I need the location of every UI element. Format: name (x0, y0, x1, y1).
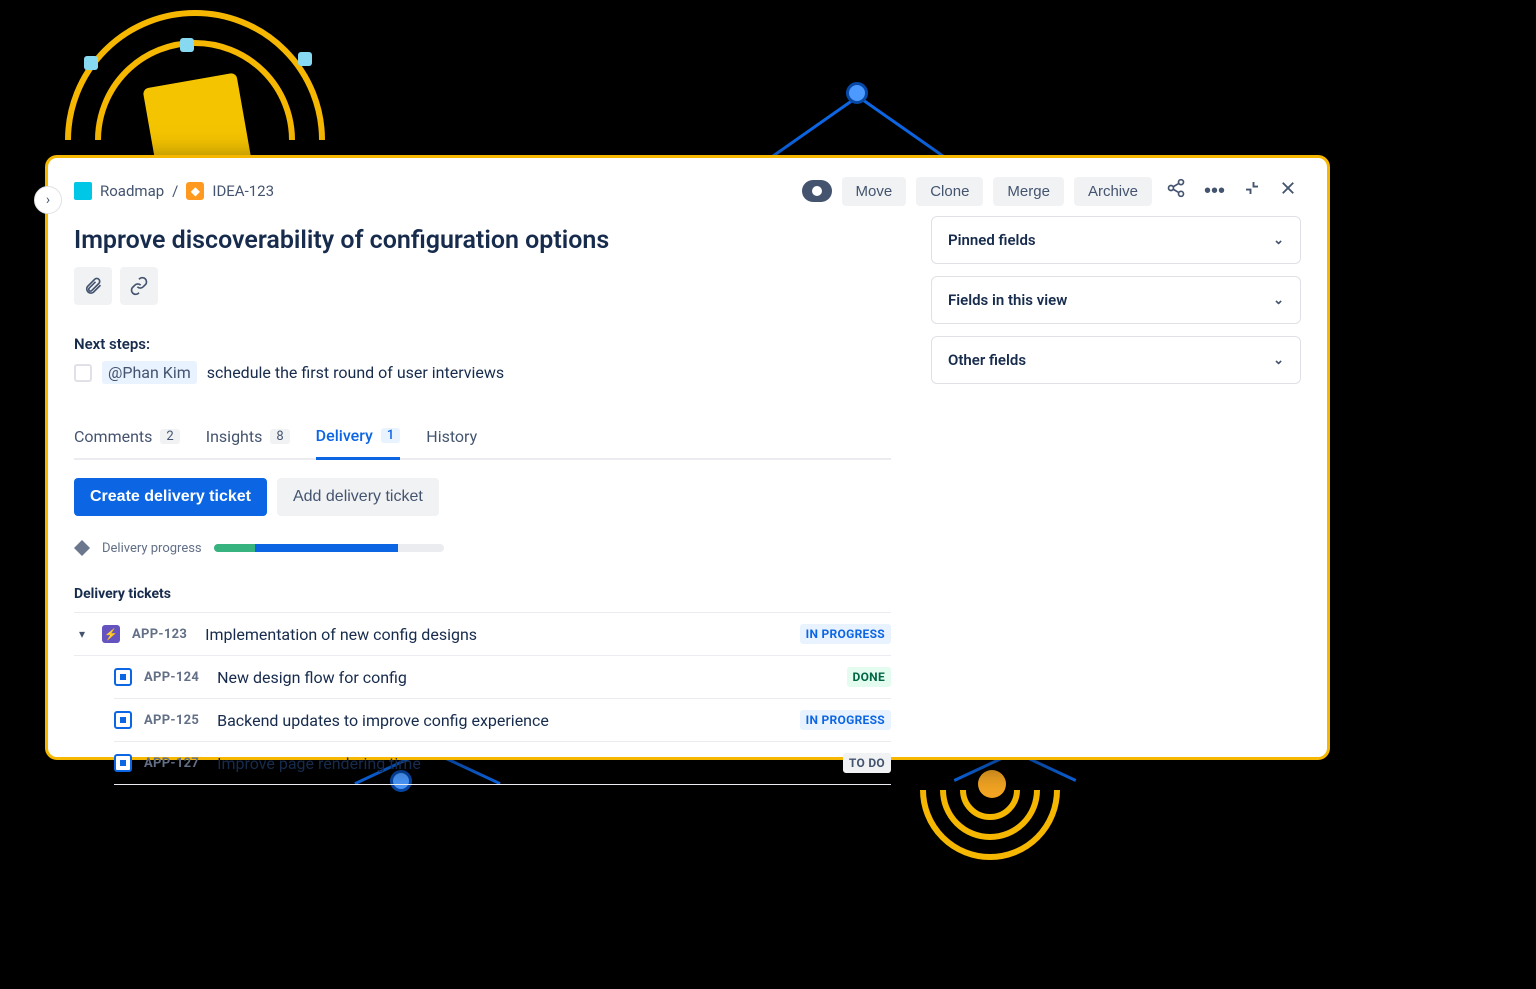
ticket-key: APP-125 (144, 713, 199, 728)
progress-bar (214, 544, 444, 552)
checkbox[interactable] (74, 364, 92, 382)
next-steps-label: Next steps: (74, 335, 891, 353)
decor-node (180, 38, 194, 52)
tab-history[interactable]: History (426, 418, 477, 458)
ticket-key: APP-124 (144, 670, 199, 685)
pinned-fields-panel[interactable]: Pinned fields ⌄ (931, 216, 1301, 264)
issue-dialog: › Roadmap / ◆ IDEA-123 Move Clone Merge … (45, 155, 1330, 760)
ticket-summary: Improve page rendering time (217, 754, 421, 773)
progress-icon (74, 540, 90, 556)
story-icon (114, 711, 132, 729)
tab-delivery[interactable]: Delivery 1 (316, 418, 401, 460)
user-mention[interactable]: @Phan Kim (102, 361, 197, 384)
breadcrumb-sep: / (172, 182, 178, 200)
ticket-status: DONE (847, 667, 892, 687)
tab-insights[interactable]: Insights 8 (206, 418, 290, 458)
panel-title: Fields in this view (948, 291, 1067, 309)
collapse-icon[interactable] (1239, 175, 1265, 207)
breadcrumb-issue[interactable]: IDEA-123 (212, 182, 274, 200)
chevron-down-icon: ⌄ (1273, 233, 1284, 248)
breadcrumb-root[interactable]: Roadmap (100, 182, 164, 200)
fields-in-view-panel[interactable]: Fields in this view ⌄ (931, 276, 1301, 324)
decor-line (857, 95, 949, 161)
chevron-down-icon: ⌄ (1273, 353, 1284, 368)
tab-label: History (426, 427, 477, 446)
breadcrumb: Roadmap / ◆ IDEA-123 (74, 182, 274, 200)
ticket-row[interactable]: APP-125 Backend updates to improve config… (114, 699, 891, 742)
tab-comments[interactable]: Comments 2 (74, 418, 180, 458)
share-icon[interactable] (1162, 174, 1190, 208)
tab-count: 2 (160, 429, 179, 444)
decor-node (298, 52, 312, 66)
epic-icon: ⚡ (102, 625, 120, 643)
tab-label: Insights (206, 427, 263, 446)
ticket-row[interactable]: APP-127 Improve page rendering time TO DO (114, 742, 891, 785)
panel-title: Other fields (948, 351, 1026, 369)
decor-line (767, 95, 859, 161)
tab-label: Comments (74, 427, 152, 446)
ticket-key: APP-127 (144, 756, 199, 771)
attach-button[interactable] (74, 267, 112, 305)
create-delivery-ticket-button[interactable]: Create delivery ticket (74, 478, 267, 516)
progress-label: Delivery progress (102, 541, 202, 556)
tab-count: 8 (270, 429, 289, 444)
idea-type-icon: ◆ (186, 182, 204, 200)
more-icon[interactable]: ••• (1200, 176, 1229, 207)
delivery-tickets-label: Delivery tickets (74, 586, 891, 602)
ticket-status: TO DO (843, 753, 891, 773)
other-fields-panel[interactable]: Other fields ⌄ (931, 336, 1301, 384)
chevron-down-icon: ⌄ (1273, 293, 1284, 308)
delivery-progress: Delivery progress (74, 540, 891, 556)
move-button[interactable]: Move (842, 177, 907, 206)
story-icon (114, 754, 132, 772)
tabs: Comments 2 Insights 8 Delivery 1 History (74, 418, 891, 460)
ticket-row[interactable]: ▾ ⚡ APP-123 Implementation of new config de… (74, 612, 891, 656)
tab-count: 1 (381, 428, 400, 443)
decor-node (84, 56, 98, 70)
story-icon (114, 668, 132, 686)
decor-node (846, 82, 868, 104)
ticket-summary: Implementation of new config designs (205, 625, 477, 644)
ticket-summary: New design flow for config (217, 668, 407, 687)
tab-label: Delivery (316, 426, 373, 445)
add-delivery-ticket-button[interactable]: Add delivery ticket (277, 478, 439, 516)
clone-button[interactable]: Clone (916, 177, 983, 206)
ticket-status: IN PROGRESS (800, 710, 891, 730)
link-button[interactable] (120, 267, 158, 305)
panel-title: Pinned fields (948, 231, 1036, 249)
ticket-row[interactable]: APP-124 New design flow for config DONE (114, 656, 891, 699)
chevron-down-icon[interactable]: ▾ (74, 627, 90, 641)
next-step-item[interactable]: @Phan Kim schedule the first round of us… (74, 361, 891, 384)
merge-button[interactable]: Merge (993, 177, 1064, 206)
next-step-text: schedule the first round of user intervi… (207, 363, 504, 382)
ticket-summary: Backend updates to improve config experi… (217, 711, 549, 730)
ticket-status: IN PROGRESS (800, 624, 891, 644)
watch-icon[interactable] (802, 180, 832, 202)
close-icon[interactable] (1275, 175, 1301, 207)
expand-handle[interactable]: › (34, 186, 62, 214)
issue-title[interactable]: Improve discoverability of configuration… (74, 226, 891, 255)
archive-button[interactable]: Archive (1074, 177, 1152, 206)
roadmap-icon (74, 182, 92, 200)
ticket-key: APP-123 (132, 627, 187, 642)
